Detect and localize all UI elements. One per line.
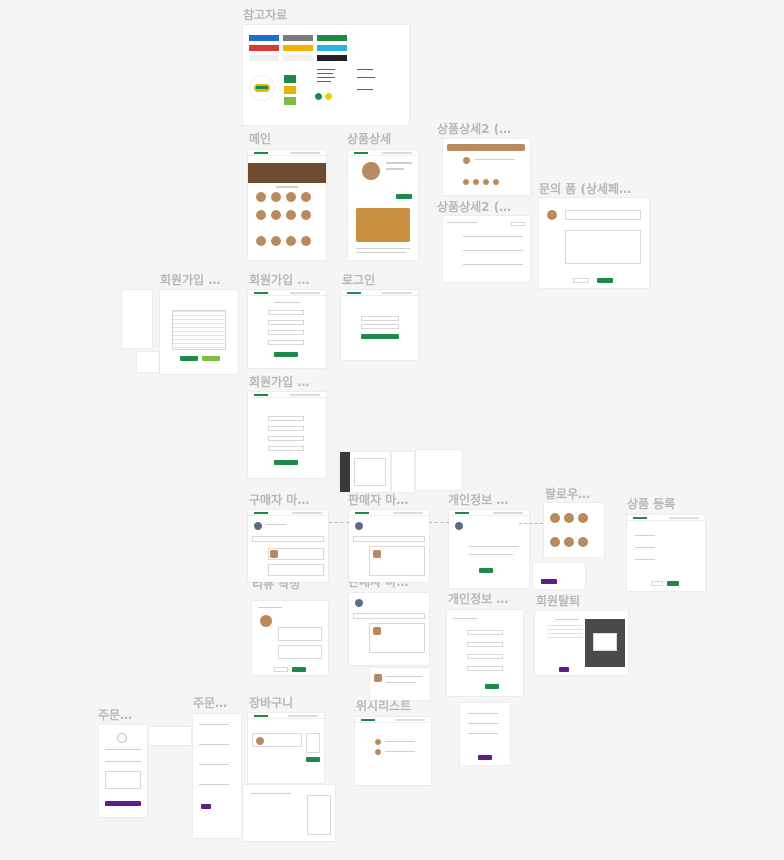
label-withdraw: 회원탈퇴	[536, 594, 581, 608]
product-photo	[356, 208, 410, 242]
label-product-detail: 상품상세	[347, 132, 392, 146]
frame-signup-c[interactable]	[248, 392, 326, 478]
frame-dashboard-c[interactable]	[416, 450, 462, 490]
frame-personal-info-b[interactable]	[447, 610, 523, 696]
frame-misc-b[interactable]	[460, 703, 510, 765]
label-personal-info-a: 개인정보 …	[448, 493, 509, 507]
label-reference: 참고자료	[243, 8, 288, 22]
frame-product-register[interactable]	[627, 515, 705, 591]
label-product-detail2-b: 상품상세2 (…	[437, 200, 512, 214]
frame-seller-popup[interactable]	[370, 668, 430, 700]
frame-seller-mypage-b[interactable]	[349, 593, 429, 665]
frame-order-b[interactable]	[193, 714, 241, 838]
frame-misc-a[interactable]	[533, 563, 585, 589]
frame-wishlist[interactable]	[355, 717, 431, 785]
label-buyer-mypage: 구매자 마…	[249, 493, 310, 507]
frame-login[interactable]	[341, 290, 418, 360]
frame-review-write[interactable]	[252, 601, 328, 675]
frame-cart[interactable]	[248, 713, 324, 783]
frame-main[interactable]	[248, 150, 326, 260]
label-order-a: 주문…	[98, 708, 133, 722]
frame-dashboard-a[interactable]	[340, 452, 390, 492]
btn-sample-yellow	[284, 86, 296, 94]
swatch-green	[317, 35, 347, 41]
swatch-red	[249, 45, 279, 51]
frame-order-mini[interactable]	[149, 727, 191, 745]
label-product-register: 상품 등록	[627, 497, 676, 511]
hero-banner	[248, 163, 326, 183]
frame-personal-info-a[interactable]	[449, 510, 529, 588]
swatch-light	[249, 55, 279, 61]
frame-product-detail2-a[interactable]	[443, 139, 530, 195]
frame-product-detail2-b[interactable]	[443, 216, 530, 282]
swatch-cyan	[317, 45, 347, 51]
dot-green	[315, 93, 322, 100]
frame-seller-mypage-a[interactable]	[349, 510, 429, 582]
label-product-detail2-a: 상품상세2 (…	[437, 122, 512, 136]
swatch-dark	[317, 55, 347, 61]
frame-dashboard-b[interactable]	[392, 452, 414, 492]
label-signup-c: 회원가입 …	[249, 375, 310, 389]
frame-signup-b[interactable]	[248, 290, 326, 368]
logo-sample	[249, 75, 275, 101]
label-order-b: 주문…	[193, 696, 228, 710]
label-personal-info-b: 개인정보 …	[448, 592, 509, 606]
swatch-gray	[283, 35, 313, 41]
swatch-light2	[283, 55, 313, 61]
frame-buyer-mypage[interactable]	[248, 510, 328, 582]
label-main: 메인	[249, 132, 272, 146]
label-signup-a: 회원가입 …	[160, 273, 221, 287]
swatch-yellow	[283, 45, 313, 51]
label-inquiry-form: 문의 폼 (상세페…	[539, 182, 632, 196]
label-follow: 팔로우…	[545, 487, 591, 501]
frame-signup-a[interactable]	[160, 290, 238, 374]
label-signup-b: 회원가입 …	[249, 273, 310, 287]
frame-reference[interactable]	[243, 25, 409, 125]
frame-inquiry-form[interactable]	[539, 198, 649, 288]
btn-sample-green	[284, 75, 296, 83]
frame-signup-mini-b[interactable]	[137, 352, 159, 372]
frame-product-detail[interactable]	[348, 150, 418, 260]
frame-cart-bottom[interactable]	[243, 785, 335, 841]
swatch-blue	[249, 35, 279, 41]
btn-sample-lime	[284, 97, 296, 105]
frame-signup-mini-a[interactable]	[122, 290, 152, 348]
order-check-icon	[117, 733, 127, 743]
label-cart: 장바구니	[249, 696, 294, 710]
label-seller-mypage-a: 판매자 마…	[348, 493, 409, 507]
frame-withdraw[interactable]	[535, 611, 628, 675]
label-login: 로그인	[342, 273, 376, 287]
dot-yellow	[325, 93, 332, 100]
frame-follow[interactable]	[544, 503, 604, 557]
frame-order-a[interactable]	[99, 725, 147, 817]
